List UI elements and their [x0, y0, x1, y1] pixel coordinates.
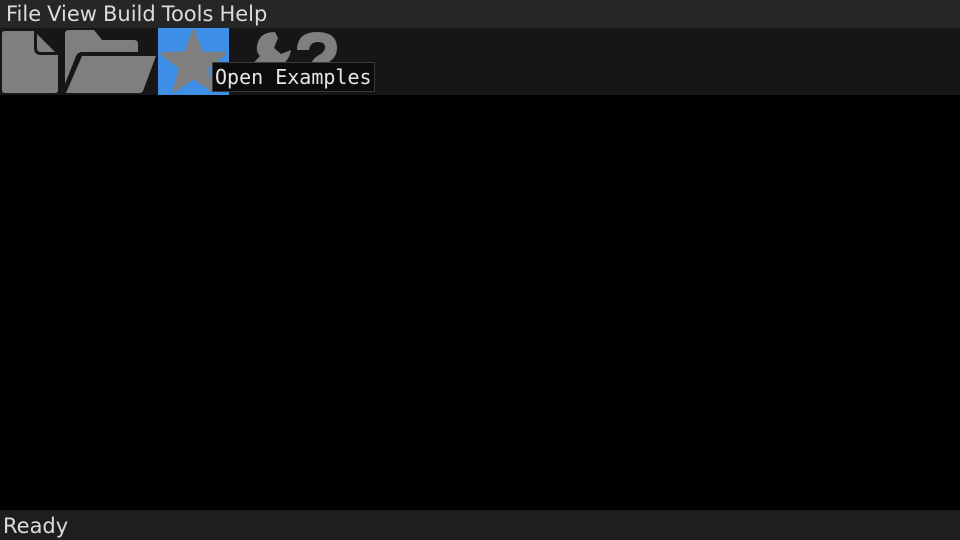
app-window: File View Build Tools Help Open Examples…	[0, 0, 960, 540]
menu-view[interactable]: View	[44, 0, 100, 28]
menu-build[interactable]: Build	[100, 0, 159, 28]
toolbar	[0, 28, 960, 95]
tooltip: Open Examples	[212, 62, 375, 92]
menu-file[interactable]: File	[0, 0, 44, 28]
status-text: Ready	[3, 514, 69, 538]
status-bar: Ready	[0, 510, 960, 540]
open-folder-button[interactable]	[60, 28, 158, 95]
menu-tools[interactable]: Tools	[159, 0, 217, 28]
open-folder-icon	[65, 30, 156, 93]
new-file-button[interactable]	[0, 28, 60, 95]
menu-bar: File View Build Tools Help	[0, 0, 960, 28]
menu-help[interactable]: Help	[216, 0, 270, 28]
main-canvas[interactable]	[0, 95, 960, 510]
new-file-icon	[2, 31, 58, 93]
